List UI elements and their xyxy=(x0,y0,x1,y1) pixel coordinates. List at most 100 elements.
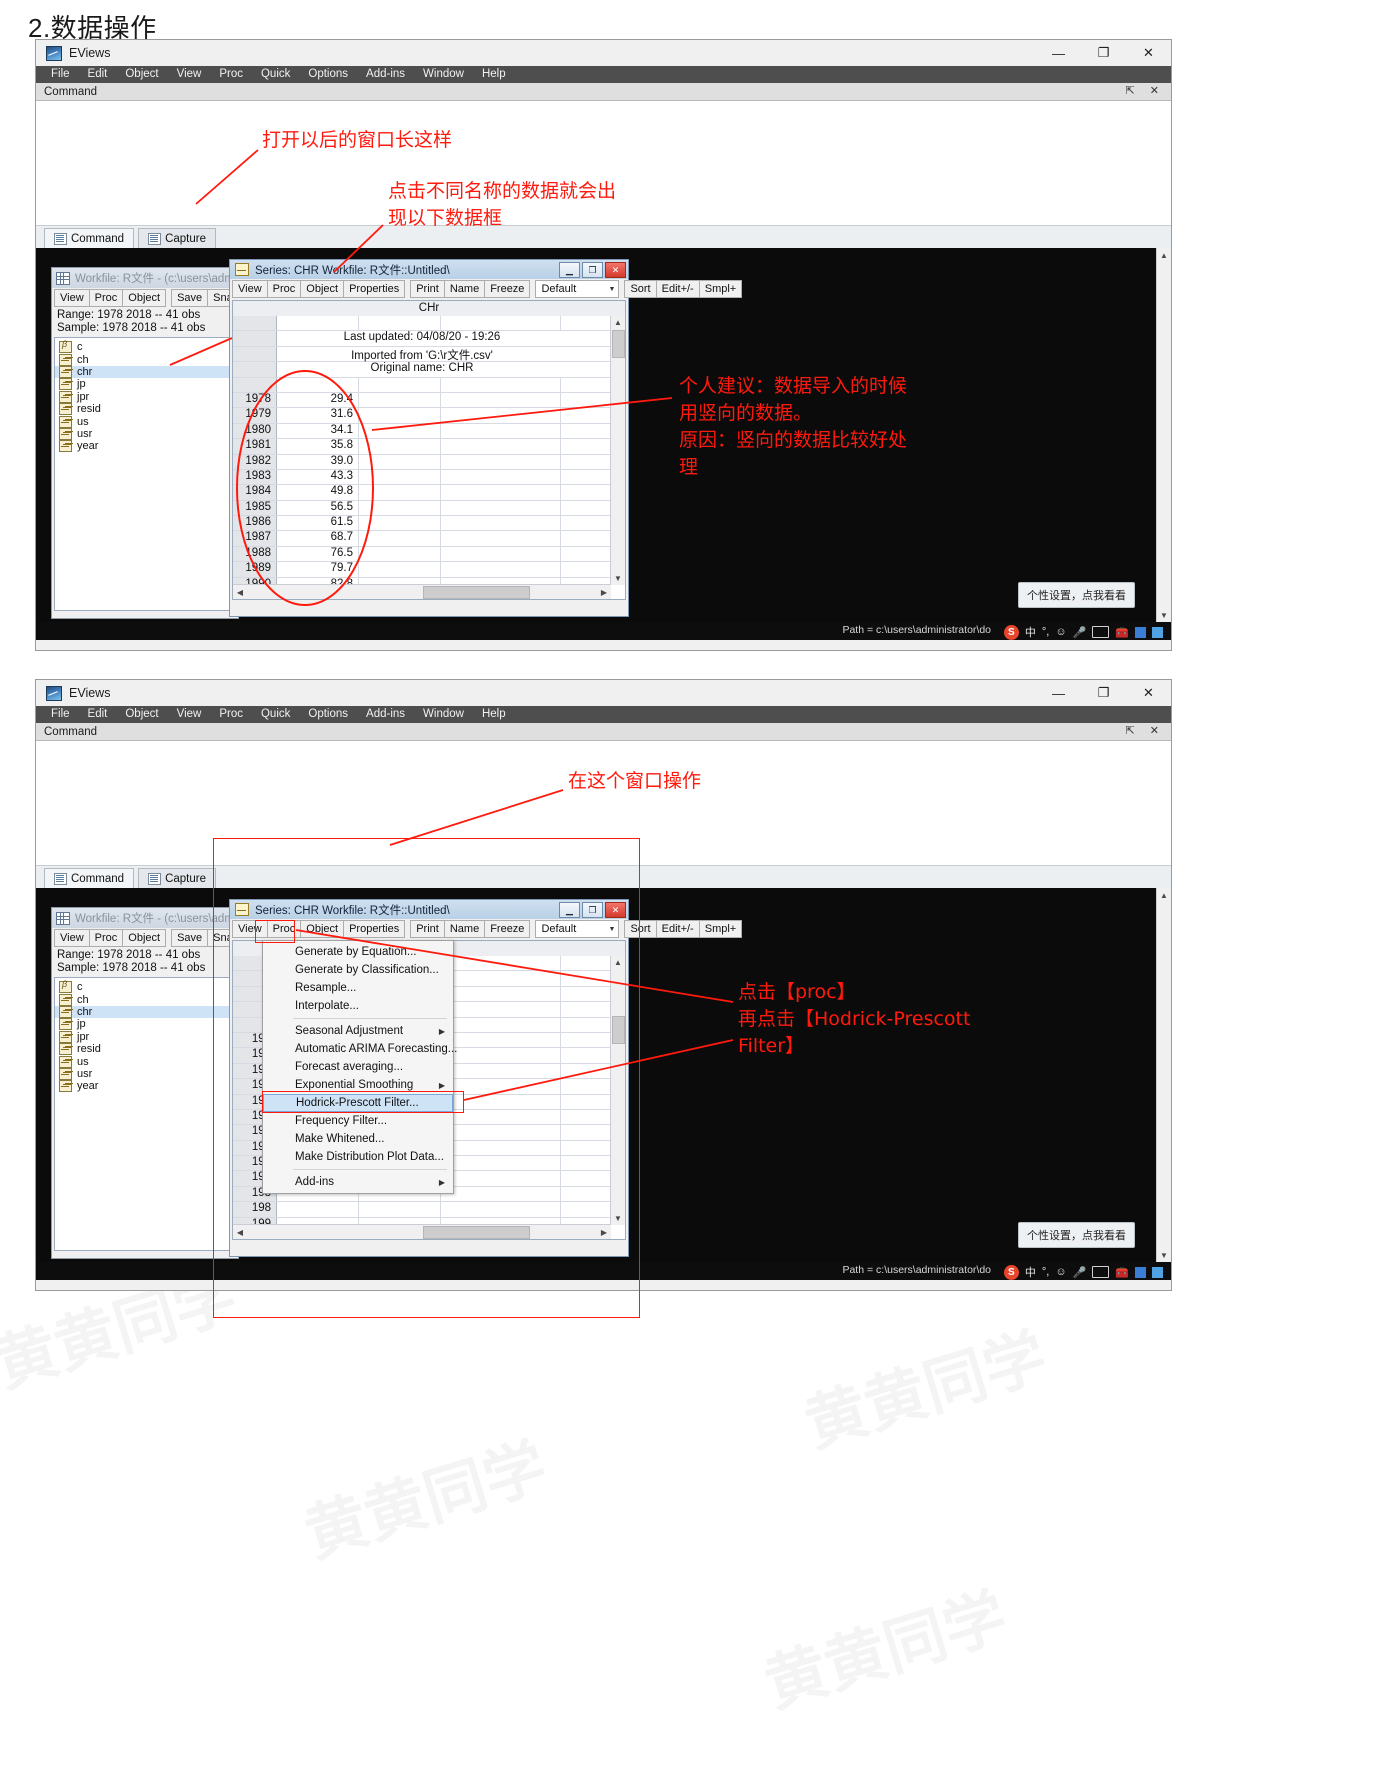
series-maximize-button[interactable]: ❐ xyxy=(582,262,603,278)
workfile-save-button[interactable]: Save xyxy=(171,289,209,307)
series-print-button[interactable]: Print xyxy=(410,280,445,298)
menu-object[interactable]: Object xyxy=(116,66,167,83)
series-smpl-button[interactable]: Smpl+ xyxy=(699,920,743,938)
row-value[interactable]: 29.4 xyxy=(277,392,359,408)
workfile-view-button[interactable]: View xyxy=(54,289,90,307)
menu-edit[interactable]: Edit xyxy=(79,706,117,723)
minimize-button[interactable]: — xyxy=(1036,680,1081,706)
list-item[interactable]: usr xyxy=(55,1067,235,1080)
series-freeze-button[interactable]: Freeze xyxy=(485,280,531,298)
ime-mode-label[interactable]: 中 xyxy=(1025,1264,1036,1280)
settings-toast[interactable]: 个性设置，点我看看 xyxy=(1018,1222,1135,1248)
list-item[interactable]: usr xyxy=(55,427,235,440)
more-icon[interactable] xyxy=(1152,626,1163,638)
list-item[interactable]: chr xyxy=(55,1005,235,1019)
list-item[interactable]: c xyxy=(55,979,235,994)
workfile-proc-button[interactable]: Proc xyxy=(89,929,124,947)
menu-view[interactable]: View xyxy=(168,706,211,723)
close-button[interactable]: ✕ xyxy=(1126,40,1171,66)
series-smpl-button[interactable]: Smpl+ xyxy=(699,280,743,298)
close-button[interactable]: ✕ xyxy=(1126,680,1171,706)
list-item[interactable]: jp xyxy=(55,1018,235,1031)
table-row[interactable]: 1979 31.6 xyxy=(233,408,611,424)
tab-capture[interactable]: Capture xyxy=(138,228,216,248)
workfile-view-button[interactable]: View xyxy=(54,929,90,947)
series-close-button[interactable]: ✕ xyxy=(605,262,626,278)
list-item[interactable]: resid xyxy=(55,403,235,416)
scroll-left-icon[interactable]: ◀ xyxy=(233,586,247,599)
scroll-thumb[interactable] xyxy=(423,586,530,599)
series-object-button[interactable]: Object xyxy=(301,280,345,298)
workfile-object-button[interactable]: Object xyxy=(123,289,167,307)
series-view-button[interactable]: View xyxy=(232,280,268,298)
row-value[interactable]: 43.3 xyxy=(277,469,359,485)
table-row[interactable]: 1989 79.7 xyxy=(233,562,611,578)
table-row[interactable]: 1981 35.8 xyxy=(233,439,611,455)
table-row[interactable]: 1982 39.0 xyxy=(233,454,611,470)
microphone-icon[interactable]: 🎤 xyxy=(1073,1266,1087,1279)
smiley-icon[interactable]: ☺ xyxy=(1055,1266,1066,1278)
table-row[interactable]: 1980 34.1 xyxy=(233,423,611,440)
maximize-button[interactable]: ❐ xyxy=(1081,40,1126,66)
ime-punct-icon[interactable]: °, xyxy=(1042,626,1049,638)
series-horizontal-scrollbar[interactable]: ◀ ▶ xyxy=(233,584,611,599)
menu-edit[interactable]: Edit xyxy=(79,66,117,83)
series-edit-button[interactable]: Edit+/- xyxy=(656,920,700,938)
menu-window[interactable]: Window xyxy=(414,66,473,83)
scroll-right-icon[interactable]: ▶ xyxy=(597,586,611,599)
menu-window[interactable]: Window xyxy=(414,706,473,723)
scroll-down-icon[interactable]: ▼ xyxy=(611,572,625,585)
apps-icon[interactable] xyxy=(1135,1266,1146,1278)
menu-options[interactable]: Options xyxy=(299,706,357,723)
workfile-save-button[interactable]: Save xyxy=(171,929,209,947)
menu-addins[interactable]: Add-ins xyxy=(357,706,414,723)
table-row[interactable]: 1984 49.8 xyxy=(233,485,611,501)
ime-punct-icon[interactable]: °, xyxy=(1042,1266,1049,1278)
keyboard-icon[interactable] xyxy=(1092,1266,1110,1278)
smiley-icon[interactable]: ☺ xyxy=(1055,626,1066,638)
list-item[interactable]: jp xyxy=(55,378,235,391)
apps-icon[interactable] xyxy=(1135,626,1146,638)
scroll-thumb[interactable] xyxy=(612,330,625,358)
menu-help[interactable]: Help xyxy=(473,66,515,83)
tab-command[interactable]: Command xyxy=(44,868,135,888)
scroll-down-icon[interactable]: ▼ xyxy=(1157,608,1171,622)
row-value[interactable]: 79.7 xyxy=(277,562,359,577)
menu-quick[interactable]: Quick xyxy=(252,66,299,83)
row-value[interactable]: 61.5 xyxy=(277,516,359,531)
menu-proc[interactable]: Proc xyxy=(210,66,252,83)
list-item[interactable]: year xyxy=(55,1080,235,1093)
row-value[interactable]: 34.1 xyxy=(277,423,359,439)
minimize-button[interactable]: — xyxy=(1036,40,1081,66)
menu-options[interactable]: Options xyxy=(299,66,357,83)
menu-object[interactable]: Object xyxy=(116,706,167,723)
menu-help[interactable]: Help xyxy=(473,706,515,723)
menu-file[interactable]: File xyxy=(42,66,79,83)
scroll-up-icon[interactable]: ▲ xyxy=(1157,248,1171,262)
workfile-object-button[interactable]: Object xyxy=(123,929,167,947)
scroll-down-icon[interactable]: ▼ xyxy=(1157,1248,1171,1262)
list-item[interactable]: jpr xyxy=(55,390,235,403)
series-minimize-button[interactable]: ▁ xyxy=(559,262,580,278)
command-panel-pin-close[interactable]: ⇱ ✕ xyxy=(1126,723,1166,740)
series-vertical-scrollbar[interactable]: ▲ ▼ xyxy=(610,316,625,585)
list-item[interactable]: us xyxy=(55,1055,235,1068)
workspace-scrollbar[interactable]: ▲ ▼ xyxy=(1156,888,1171,1262)
table-row[interactable]: 1986 61.5 xyxy=(233,516,611,532)
list-item[interactable]: ch xyxy=(55,993,235,1006)
row-value[interactable]: 49.8 xyxy=(277,485,359,500)
list-item[interactable]: us xyxy=(55,415,235,428)
row-value[interactable]: 56.5 xyxy=(277,500,359,516)
workfile-proc-button[interactable]: Proc xyxy=(89,289,124,307)
menu-quick[interactable]: Quick xyxy=(252,706,299,723)
menu-file[interactable]: File xyxy=(42,706,79,723)
menu-addins[interactable]: Add-ins xyxy=(357,66,414,83)
keyboard-icon[interactable] xyxy=(1092,626,1110,638)
table-row[interactable]: 1978 29.4 xyxy=(233,392,611,409)
list-item[interactable]: ch xyxy=(55,353,235,366)
series-properties-button[interactable]: Properties xyxy=(344,280,406,298)
series-table[interactable]: Last updated: 04/08/20 - 19:26 Imported … xyxy=(233,316,611,585)
series-proc-button[interactable]: Proc xyxy=(267,280,302,298)
settings-toast[interactable]: 个性设置，点我看看 xyxy=(1018,582,1135,608)
more-icon[interactable] xyxy=(1152,1266,1163,1278)
